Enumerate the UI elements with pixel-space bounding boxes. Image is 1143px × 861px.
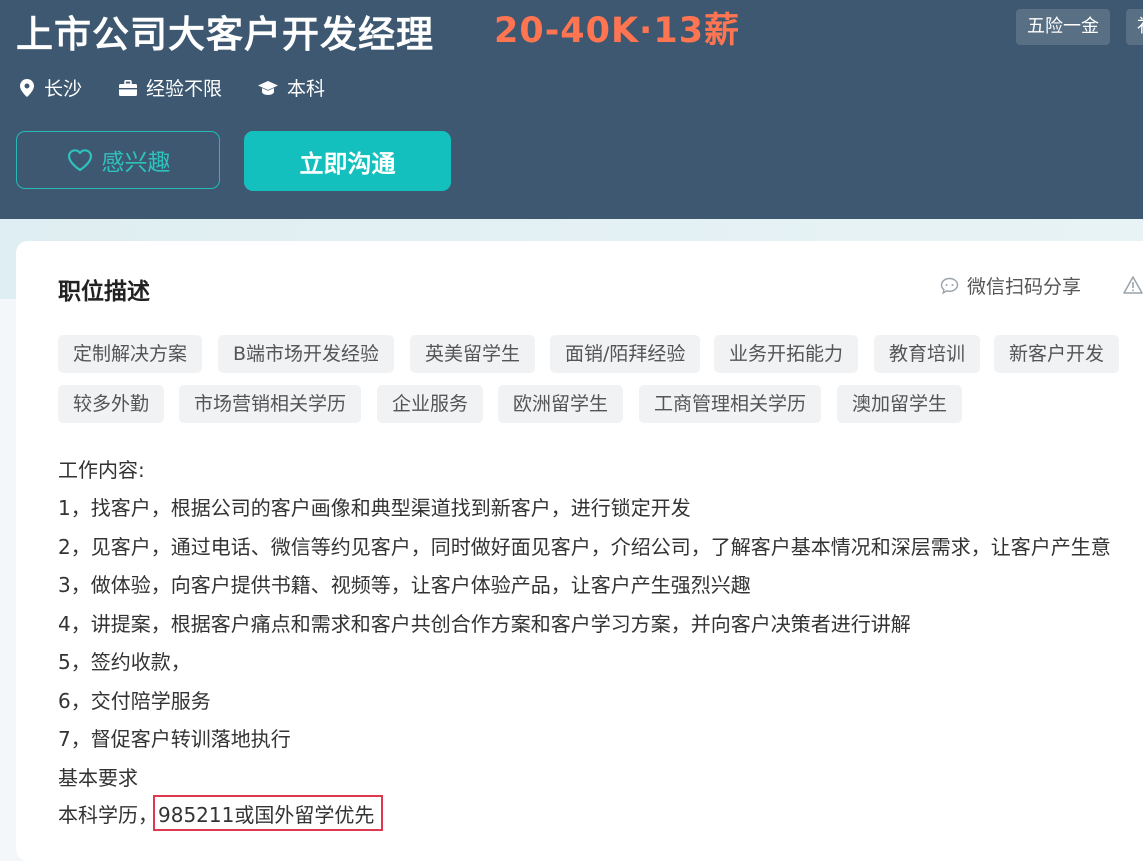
briefcase-icon — [119, 79, 137, 96]
job-tag: B端市场开发经验 — [218, 335, 395, 373]
job-education: 本科 — [258, 74, 325, 101]
job-tag: 教育培训 — [874, 335, 981, 373]
description-line: 4，讲提案，根据客户痛点和需求和客户共创合作方案和客户学习方案，并向客户决策者进… — [58, 612, 911, 636]
job-salary: 20-40K·13薪 — [494, 11, 741, 51]
description-line: 3，做体验，向客户提供书籍、视频等，让客户体验产品，让客户产生强烈兴趣 — [58, 573, 751, 597]
job-tag: 较多外勤 — [58, 385, 165, 423]
chat-bubble-icon — [940, 277, 959, 294]
location-text: 长沙 — [44, 78, 83, 100]
job-tag: 欧洲留学生 — [498, 385, 624, 423]
description-line: 6，交付陪学服务 — [58, 689, 211, 713]
job-experience: 经验不限 — [119, 74, 222, 101]
experience-text: 经验不限 — [146, 78, 223, 100]
job-location: 长沙 — [19, 74, 82, 101]
warning-icon[interactable] — [1123, 276, 1143, 294]
location-pin-icon — [20, 78, 34, 97]
chat-now-button[interactable]: 立即沟通 — [244, 131, 451, 191]
job-tag: 英美留学生 — [410, 335, 536, 373]
job-tag: 企业服务 — [377, 385, 484, 423]
job-tag: 定制解决方案 — [58, 335, 203, 373]
section-title: 职位描述 — [58, 279, 150, 305]
wechat-share[interactable]: 微信扫码分享 — [940, 272, 1081, 299]
job-tag: 新客户开发 — [994, 335, 1120, 373]
description-line: 基本要求 — [58, 766, 138, 790]
description-line: 7，督促客户转训落地执行 — [58, 727, 291, 751]
job-tag: 澳加留学生 — [837, 385, 963, 423]
share-label: 微信扫码分享 — [967, 276, 1082, 298]
chat-label: 立即沟通 — [299, 149, 396, 178]
job-tag: 市场营销相关学历 — [179, 385, 362, 423]
education-text: 本科 — [287, 78, 326, 100]
highlight-annotation — [153, 795, 383, 831]
job-tag: 面销/陌拜经验 — [550, 335, 701, 373]
graduation-cap-icon — [258, 80, 278, 95]
interest-label: 感兴趣 — [101, 150, 171, 176]
job-tag: 工商管理相关学历 — [639, 385, 822, 423]
welfare-tag: 补 — [1126, 9, 1143, 45]
interest-button[interactable]: 感兴趣 — [16, 131, 220, 189]
description-line: 2，见客户，通过电话、微信等约见客户，同时做好面见客户，介绍公司，了解客户基本情… — [58, 535, 1111, 559]
description-line: 1，找客户，根据公司的客户画像和典型渠道找到新客户，进行锁定开发 — [58, 496, 691, 520]
job-title: 上市公司大客户开发经理 — [16, 13, 434, 56]
job-tag: 业务开拓能力 — [714, 335, 859, 373]
welfare-tag: 五险一金 — [1016, 9, 1110, 45]
heart-icon — [67, 149, 92, 172]
description-line: 工作内容: — [58, 458, 145, 482]
description-line: 5，签约收款， — [58, 650, 191, 674]
